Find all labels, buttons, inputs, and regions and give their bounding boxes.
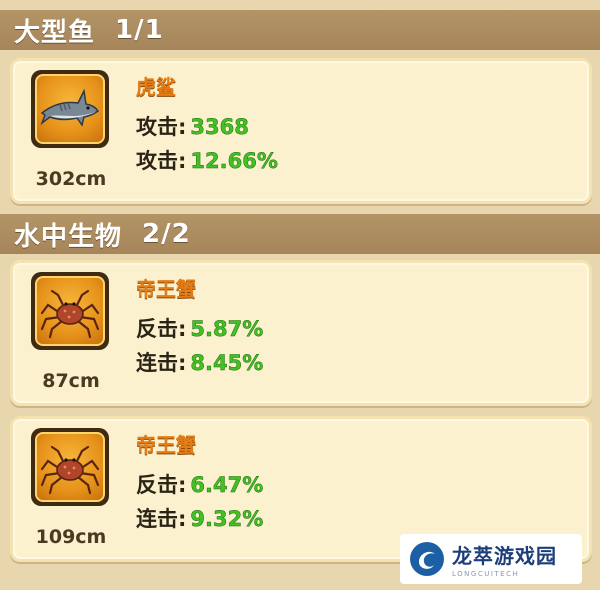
stat-label: 反击 <box>136 473 178 497</box>
creature-name: 虎鲨 <box>136 75 176 99</box>
watermark-title: 龙萃游戏园 <box>452 544 557 568</box>
stat-label: 攻击 <box>136 149 178 173</box>
stat-row: 连击: 8.45% <box>136 347 264 377</box>
creature-name: 帝王蟹 <box>136 277 196 301</box>
stat-value: 3368 <box>190 115 249 140</box>
creature-size: 87cm <box>42 370 100 392</box>
creature-icon-frame <box>31 428 109 506</box>
creature-icon-frame <box>31 272 109 350</box>
site-logo-icon <box>410 542 444 576</box>
stat-value: 6.47% <box>190 473 264 498</box>
site-watermark: 龙萃游戏园 LONGCUITECH <box>400 534 582 584</box>
stat-label: 反击 <box>136 317 178 341</box>
section-title: 水中生物 <box>14 221 123 252</box>
stat-value: 5.87% <box>190 317 264 342</box>
stat-row: 反击: 6.47% <box>136 469 264 499</box>
stat-value: 8.45% <box>190 351 264 376</box>
stat-row: 攻击: 3368 <box>136 111 249 141</box>
stat-label: 连击 <box>136 507 178 531</box>
section-header-large-fish: 大型鱼 1/1 <box>0 10 600 50</box>
stat-label: 攻击 <box>136 115 178 139</box>
creature-size: 109cm <box>35 526 107 548</box>
crab-icon <box>40 289 100 339</box>
creature-icon-frame <box>31 70 109 148</box>
stat-row: 连击: 9.32% <box>136 503 264 533</box>
stat-value: 9.32% <box>190 507 264 532</box>
shark-icon <box>40 88 100 127</box>
stat-row: 反击: 5.87% <box>136 313 264 343</box>
stat-value: 12.66% <box>190 149 278 174</box>
creature-size: 302cm <box>35 168 107 190</box>
creature-name: 帝王蟹 <box>136 433 196 457</box>
collection-page: 大型鱼 1/1 302cm 虎鲨 攻击: 3368 攻击: 12.66% 水中生… <box>0 0 600 590</box>
stat-label: 连击 <box>136 351 178 375</box>
creature-card[interactable]: 87cm 帝王蟹 反击: 5.87% 连击: 8.45% <box>10 260 592 406</box>
section-header-aquatic: 水中生物 2/2 <box>0 214 600 254</box>
watermark-subtitle: LONGCUITECH <box>452 570 520 578</box>
stat-row: 攻击: 12.66% <box>136 145 278 175</box>
creature-card[interactable]: 302cm 虎鲨 攻击: 3368 攻击: 12.66% <box>10 58 592 204</box>
section-count: 1/1 <box>115 15 164 45</box>
section-count: 2/2 <box>142 219 191 249</box>
crab-icon <box>40 445 100 495</box>
section-title: 大型鱼 <box>14 17 96 48</box>
